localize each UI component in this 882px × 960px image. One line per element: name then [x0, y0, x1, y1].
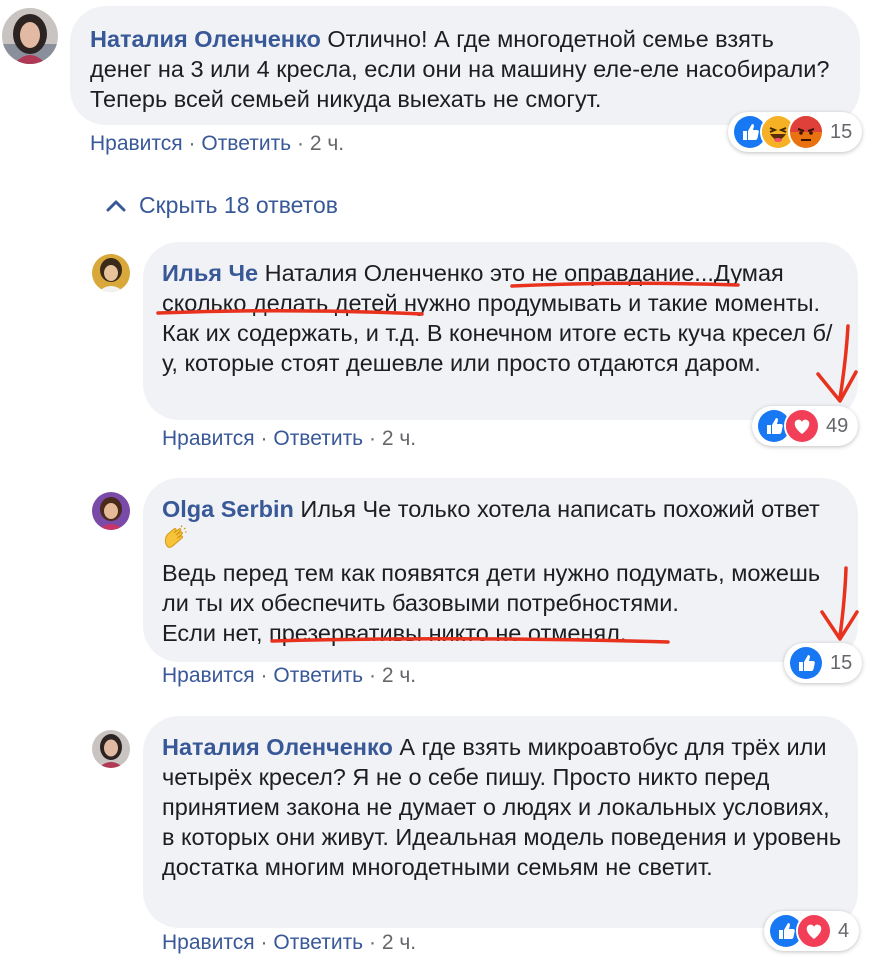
reply-bubble: Наталия Оленченко А где взять микроавтоб…: [143, 716, 858, 928]
reply-bubble: Илья Че Наталия Оленченко это не оправда…: [143, 242, 858, 420]
love-icon: [784, 408, 820, 444]
comment-text: ...Думая: [694, 260, 784, 286]
reaction-count: 49: [826, 414, 849, 437]
comment-actions: Нравится · Ответить · 2 ч.: [162, 664, 416, 688]
reply-link[interactable]: Ответить: [273, 427, 363, 450]
reply-link[interactable]: Ответить: [273, 664, 363, 687]
timestamp[interactable]: 2 ч.: [382, 427, 416, 450]
timestamp[interactable]: 2 ч.: [382, 664, 416, 687]
reaction-summary[interactable]: 15: [728, 112, 863, 152]
hide-replies-toggle[interactable]: Скрыть 18 ответов: [105, 192, 338, 219]
timestamp[interactable]: 2 ч.: [382, 931, 416, 954]
comment-actions: Нравится · Ответить · 2 ч.: [162, 427, 416, 451]
separator: ·: [188, 132, 196, 155]
separator: ·: [260, 664, 268, 687]
reply-bubble: Olga Serbin Илья Че только хотела написа…: [143, 478, 858, 662]
avatar[interactable]: [92, 254, 130, 292]
angry-icon: [788, 114, 824, 150]
comment-author[interactable]: Наталия Оленченко: [162, 734, 393, 760]
comment-text: .: [619, 620, 627, 646]
comment-author[interactable]: Илья Че: [162, 260, 258, 286]
comment-author[interactable]: Olga Serbin: [162, 496, 294, 522]
reply-link[interactable]: Ответить: [201, 132, 291, 155]
reaction-summary[interactable]: 15: [784, 643, 863, 683]
clapping-hands-icon: [162, 525, 188, 558]
reaction-count: 15: [830, 651, 853, 674]
reaction-count: 15: [830, 120, 853, 143]
separator: ·: [368, 427, 376, 450]
highlighted-phrase: это не оправдание: [490, 260, 695, 286]
separator: ·: [368, 931, 376, 954]
avatar[interactable]: [2, 8, 58, 64]
love-icon: [796, 913, 832, 949]
mention[interactable]: Наталия Оленченко: [265, 260, 484, 286]
mention[interactable]: Илья Че: [300, 496, 391, 522]
comment-text: только хотела написать похожий ответ: [397, 496, 820, 522]
highlighted-phrase: сколько делать детей: [162, 290, 398, 316]
highlighted-phrase: презервативы никто не отменял: [269, 620, 620, 646]
reply-link[interactable]: Ответить: [273, 931, 363, 954]
like-icon: [788, 645, 824, 681]
avatar[interactable]: [92, 492, 130, 530]
like-link[interactable]: Нравится: [90, 132, 183, 155]
comment-text: Ведь перед тем как появятся дети нужно п…: [162, 560, 821, 616]
toggle-label: Скрыть 18 ответов: [139, 192, 338, 218]
separator: ·: [260, 427, 268, 450]
separator: ·: [296, 132, 304, 155]
comment-text: Если нет,: [162, 620, 270, 646]
like-link[interactable]: Нравится: [162, 427, 255, 450]
comment-actions: Нравится · Ответить · 2 ч.: [162, 931, 416, 955]
separator: ·: [368, 664, 376, 687]
comment-actions: Нравится · Ответить · 2 ч.: [90, 132, 344, 156]
separator: ·: [260, 931, 268, 954]
comment-author[interactable]: Наталия Оленченко: [90, 26, 321, 52]
reaction-summary[interactable]: 4: [764, 911, 860, 951]
avatar[interactable]: [92, 730, 130, 768]
chevron-up-icon: [105, 192, 127, 219]
like-link[interactable]: Нравится: [162, 931, 255, 954]
like-link[interactable]: Нравится: [162, 664, 255, 687]
reaction-count: 4: [838, 919, 850, 942]
comment-bubble: Наталия Оленченко Отлично! А где многоде…: [70, 6, 860, 125]
timestamp[interactable]: 2 ч.: [310, 132, 344, 155]
reaction-summary[interactable]: 49: [752, 406, 859, 446]
